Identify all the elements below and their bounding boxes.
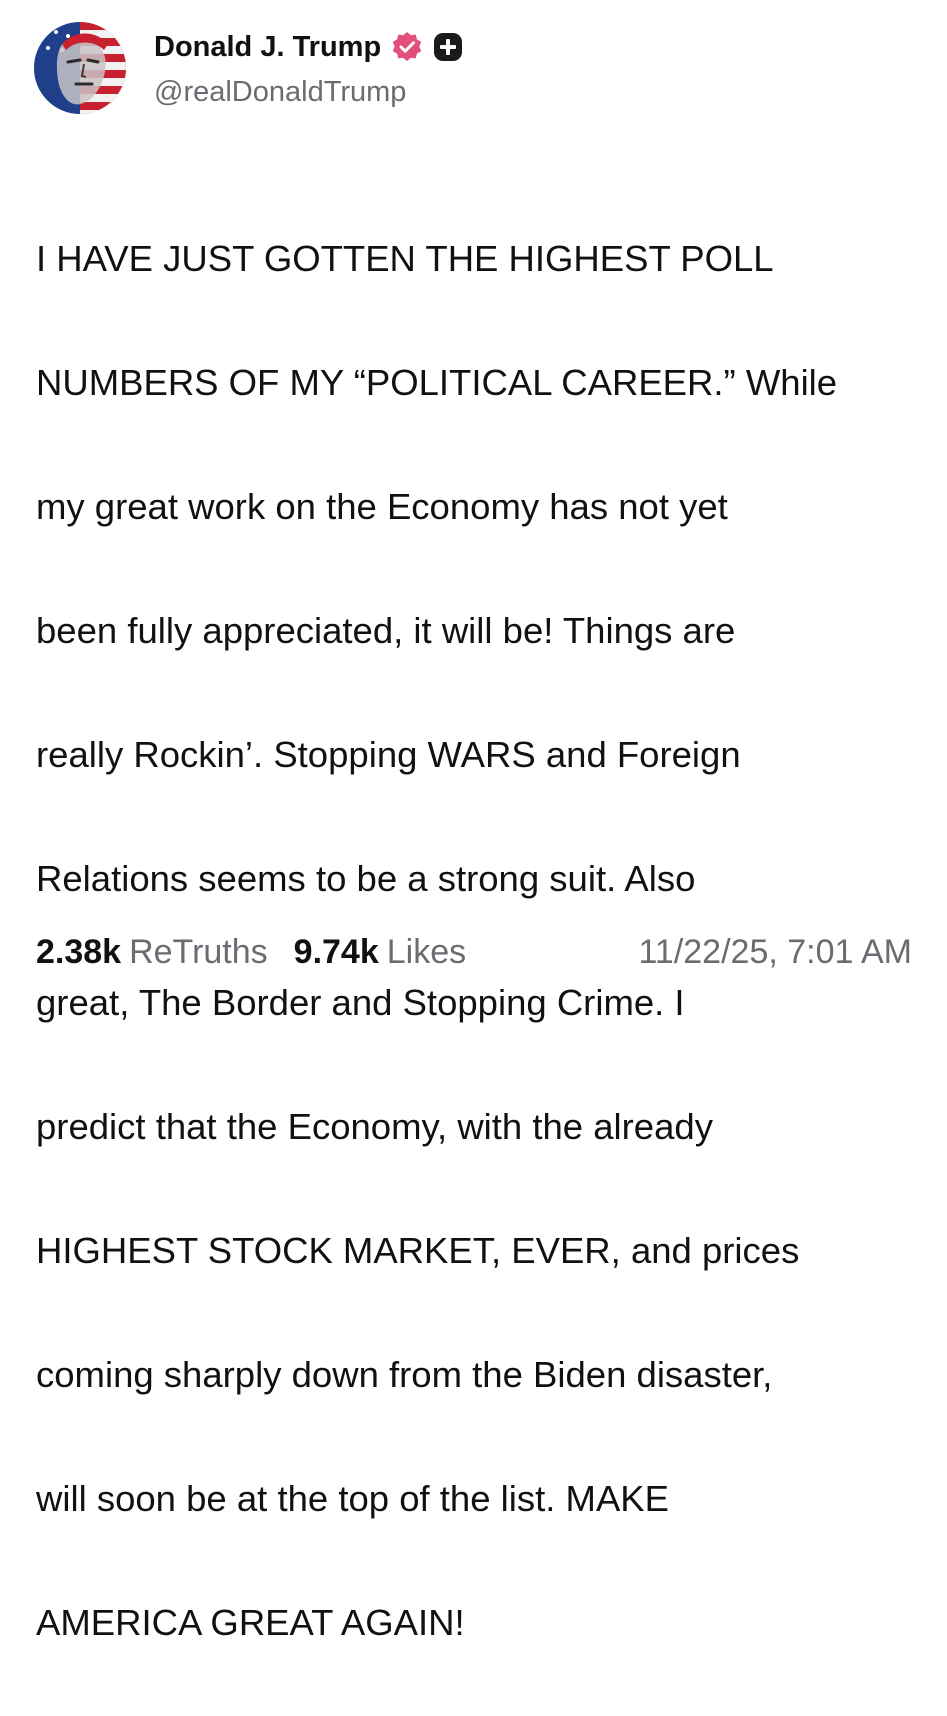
post-line: predict that the Economy, with the alrea… — [36, 1106, 713, 1147]
post-line: my great work on the Economy has not yet — [36, 486, 728, 527]
post-timestamp[interactable]: 11/22/25, 7:01 AM — [639, 933, 912, 972]
likes-label: Likes — [386, 932, 467, 971]
post-line: Relations seems to be a strong suit. Als… — [36, 858, 696, 899]
name-row: Donald J. Trump — [154, 26, 463, 68]
post-footer: 2.38k ReTruths 9.74k Likes 11/22/25, 7:0… — [36, 928, 912, 976]
author-identity: Donald J. Trump @realDonaldTrump — [154, 22, 463, 109]
author-display-name[interactable]: Donald J. Trump — [154, 31, 381, 64]
likes-stat[interactable]: 9.74k Likes — [294, 933, 466, 972]
likes-count: 9.74k — [293, 932, 379, 971]
verified-badge-icon — [391, 31, 423, 63]
post-line: coming sharply down from the Biden disas… — [36, 1354, 773, 1395]
post-line: been fully appreciated, it will be! Thin… — [36, 610, 736, 651]
post-line: great, The Border and Stopping Crime. I — [36, 982, 685, 1023]
retruths-stat[interactable]: 2.38k ReTruths — [36, 933, 268, 972]
retruths-label: ReTruths — [129, 932, 268, 971]
post-line: really Rockin’. Stopping WARS and Foreig… — [36, 734, 741, 775]
avatar-portrait-icon — [34, 22, 126, 114]
plus-badge-icon — [433, 32, 463, 62]
post-header: Donald J. Trump @realDonaldTrump — [34, 22, 463, 118]
post-line: HIGHEST STOCK MARKET, EVER, and prices — [36, 1230, 800, 1271]
post-line: will soon be at the top of the list. MAK… — [36, 1478, 669, 1519]
author-handle[interactable]: @realDonaldTrump — [154, 76, 463, 109]
post-line: NUMBERS OF MY “POLITICAL CAREER.” While — [36, 362, 838, 403]
post-line: I HAVE JUST GOTTEN THE HIGHEST POLL — [36, 238, 774, 279]
post-line: AMERICA GREAT AGAIN! — [36, 1602, 465, 1643]
retruths-count: 2.38k — [36, 932, 122, 971]
truth-post: Donald J. Trump @realDonaldTrump I HAVE … — [0, 0, 947, 1643]
avatar[interactable] — [34, 22, 126, 114]
